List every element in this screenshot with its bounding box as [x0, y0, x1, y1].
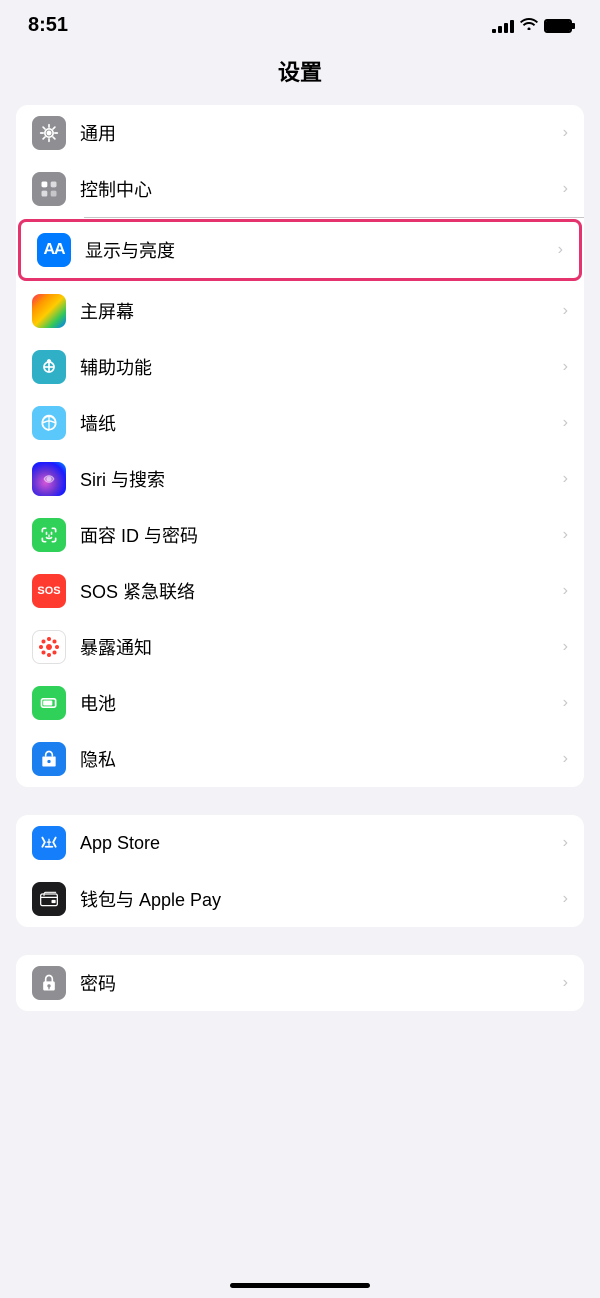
tongyong-label: 通用: [80, 120, 555, 146]
fuzhu-icon: [32, 350, 66, 384]
baolu-chevron: ›: [563, 638, 568, 656]
settings-item-mianrong[interactable]: 面容 ID 与密码 ›: [16, 507, 584, 563]
settings-item-tongyong[interactable]: 通用 ›: [16, 105, 584, 161]
xianshi-label: 显示与亮度: [85, 237, 550, 263]
mima-label: 密码: [80, 970, 555, 996]
fuzhu-label: 辅助功能: [80, 354, 555, 380]
siri-label: Siri 与搜索: [80, 466, 555, 492]
appstore-icon: [32, 826, 66, 860]
fuzhu-chevron: ›: [563, 358, 568, 376]
zhupingmu-chevron: ›: [563, 302, 568, 320]
qiangzhi-label: 墙纸: [80, 410, 555, 436]
battery-status-icon: [544, 19, 572, 33]
page-title: 设置: [0, 45, 600, 105]
settings-item-xianshi[interactable]: AA 显示与亮度 ›: [18, 219, 582, 281]
wifi-icon: [520, 16, 538, 35]
xianshi-icon: AA: [37, 233, 71, 267]
signal-icon: [492, 19, 514, 33]
baolu-icon: [32, 630, 66, 664]
wallet-icon: [32, 882, 66, 916]
siri-chevron: ›: [563, 470, 568, 488]
kongzhizhongxin-chevron: ›: [563, 180, 568, 198]
appstore-chevron: ›: [563, 834, 568, 852]
yinsi-icon: [32, 742, 66, 776]
settings-item-wallet[interactable]: 钱包与 Apple Pay ›: [16, 871, 584, 927]
sos-label: SOS 紧急联络: [80, 578, 555, 604]
home-bar: [230, 1283, 370, 1288]
kongzhizhongxin-label: 控制中心: [80, 176, 555, 202]
mima-icon: [32, 966, 66, 1000]
sos-chevron: ›: [563, 582, 568, 600]
siri-icon: [32, 462, 66, 496]
settings-item-sos[interactable]: SOS SOS 紧急联络 ›: [16, 563, 584, 619]
status-time: 8:51: [28, 14, 68, 37]
settings-item-siri[interactable]: Siri 与搜索 ›: [16, 451, 584, 507]
dianchi-chevron: ›: [563, 694, 568, 712]
settings-item-appstore[interactable]: App Store ›: [16, 815, 584, 871]
settings-item-zhupingmu[interactable]: 主屏幕 ›: [16, 283, 584, 339]
baolu-label: 暴露通知: [80, 634, 555, 660]
zhupingmu-label: 主屏幕: [80, 298, 555, 324]
sos-icon: SOS: [32, 574, 66, 608]
dianchi-label: 电池: [80, 690, 555, 716]
kongzhizhongxin-icon: [32, 172, 66, 206]
settings-item-mima[interactable]: 密码 ›: [16, 955, 584, 1011]
zhupingmu-icon: [32, 294, 66, 328]
status-bar: 8:51: [0, 0, 600, 45]
settings-group-2: App Store › 钱包与 Apple Pay ›: [16, 815, 584, 927]
settings-item-fuzhu[interactable]: 辅助功能 ›: [16, 339, 584, 395]
tongyong-chevron: ›: [563, 124, 568, 142]
status-icons: [492, 16, 572, 35]
settings-item-yinsi[interactable]: 隐私 ›: [16, 731, 584, 787]
mianrong-icon: [32, 518, 66, 552]
settings-item-baolu[interactable]: 暴露通知 ›: [16, 619, 584, 675]
wallet-label: 钱包与 Apple Pay: [80, 886, 555, 912]
settings-group-1: 通用 › 控制中心 › AA 显示与亮度 ›: [16, 105, 584, 787]
yinsi-label: 隐私: [80, 746, 555, 772]
qiangzhi-chevron: ›: [563, 414, 568, 432]
settings-item-qiangzhi[interactable]: 墙纸 ›: [16, 395, 584, 451]
dianchi-icon: [32, 686, 66, 720]
qiangzhi-icon: [32, 406, 66, 440]
xianshi-chevron: ›: [558, 241, 563, 259]
tongyong-icon: [32, 116, 66, 150]
mianrong-chevron: ›: [563, 526, 568, 544]
yinsi-chevron: ›: [563, 750, 568, 768]
mianrong-label: 面容 ID 与密码: [80, 522, 555, 548]
settings-item-kongzhizhongxin[interactable]: 控制中心 ›: [16, 161, 584, 217]
settings-group-3: 密码 ›: [16, 955, 584, 1011]
mima-chevron: ›: [563, 974, 568, 992]
settings-item-dianchi[interactable]: 电池 ›: [16, 675, 584, 731]
wallet-chevron: ›: [563, 890, 568, 908]
appstore-label: App Store: [80, 833, 555, 854]
